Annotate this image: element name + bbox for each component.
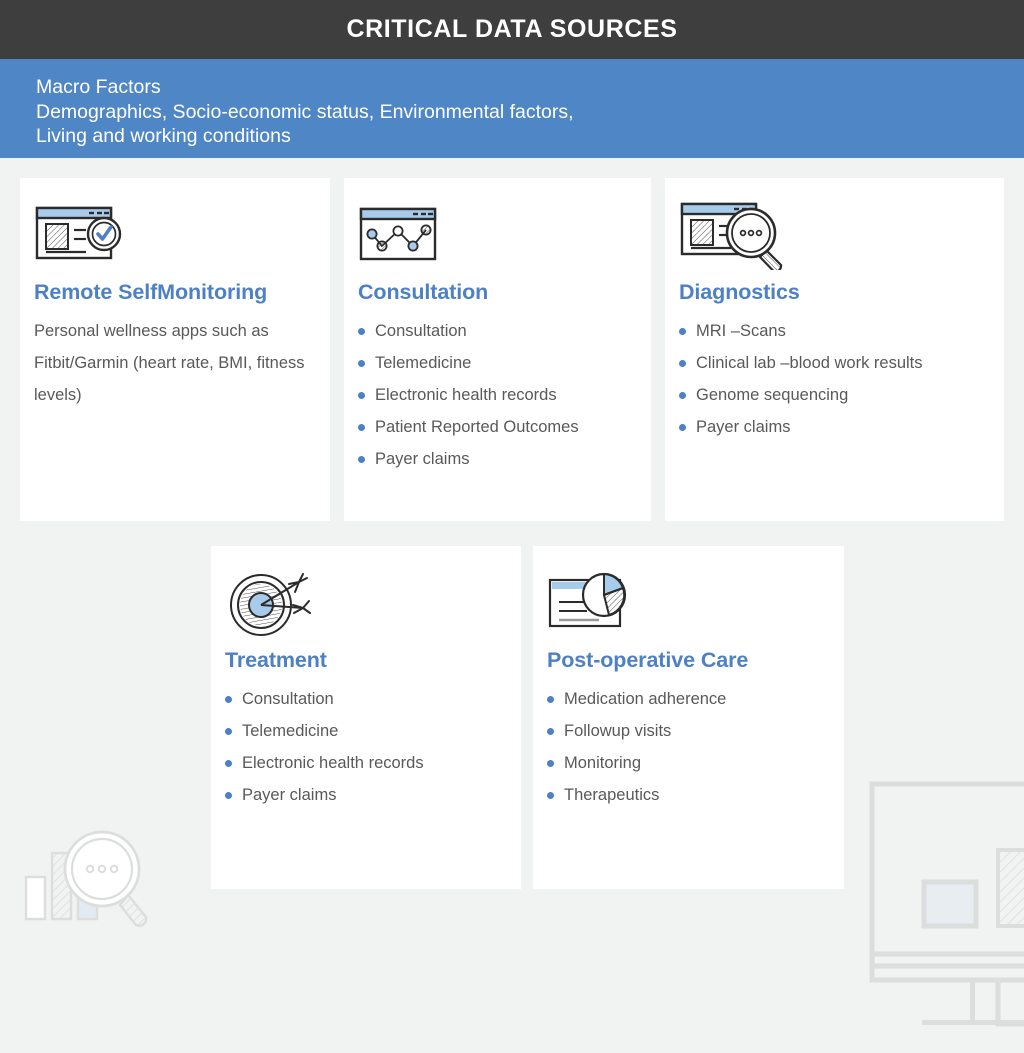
card-icon-wrapper xyxy=(34,198,316,272)
macro-factors-heading: Macro Factors xyxy=(36,76,161,98)
monitor-watermark xyxy=(866,778,1024,1053)
card-description: Personal wellness apps such as Fitbit/Ga… xyxy=(34,322,305,404)
list-item: Payer claims xyxy=(225,779,507,811)
macro-factors-line-3: Living and working conditions xyxy=(36,125,291,147)
list-item: Electronic health records xyxy=(358,379,637,411)
list-item: Followup visits xyxy=(547,715,830,747)
card-title: Treatment xyxy=(225,648,327,672)
browser-magnifier-icon xyxy=(680,202,783,270)
list-item: Genome sequencing xyxy=(679,379,990,411)
macro-factors-band: Macro Factors Demographics, Socio-econom… xyxy=(0,59,1024,158)
document-pie-chart-icon xyxy=(548,572,627,628)
list-item: Medication adherence xyxy=(547,683,830,715)
card-item-list: Consultation Telemedicine Electronic hea… xyxy=(225,683,507,811)
monitor-screen-icon xyxy=(869,781,1024,1027)
list-item: Electronic health records xyxy=(225,747,507,779)
cards-region: Remote SelfMonitoring Personal wellness … xyxy=(0,158,1024,1027)
card-title: Diagnostics xyxy=(679,280,800,304)
bar-chart-magnifier-icon xyxy=(24,830,148,927)
list-item: Patient Reported Outcomes xyxy=(358,411,637,443)
card-item-list: Medication adherence Followup visits Mon… xyxy=(547,683,830,811)
card-icon-wrapper xyxy=(547,566,830,640)
macro-factors-line-2: Demographics, Socio-economic status, Env… xyxy=(36,100,574,123)
card-post-operative-care[interactable]: Post-operative Care Medication adherence… xyxy=(533,546,844,889)
target-arrows-icon xyxy=(230,573,311,636)
list-item: Monitoring xyxy=(547,747,830,779)
browser-document-check-icon xyxy=(35,206,122,260)
list-item: Payer claims xyxy=(679,411,990,443)
browser-line-chart-icon xyxy=(359,207,437,261)
card-title: Remote SelfMonitoring xyxy=(34,280,268,304)
card-remote-self-monitoring[interactable]: Remote SelfMonitoring Personal wellness … xyxy=(20,178,330,521)
list-item: MRI –Scans xyxy=(679,315,990,347)
card-icon-wrapper xyxy=(679,198,990,272)
card-title: Post-operative Care xyxy=(547,648,749,672)
card-icon-wrapper xyxy=(225,566,507,640)
page-title: CRITICAL DATA SOURCES xyxy=(346,15,678,43)
list-item: Telemedicine xyxy=(358,347,637,379)
card-treatment[interactable]: Treatment Consultation Telemedicine Elec… xyxy=(211,546,521,889)
list-item: Payer claims xyxy=(358,443,637,475)
card-item-list: Consultation Telemedicine Electronic hea… xyxy=(358,315,637,475)
card-consultation[interactable]: Consultation Consultation Telemedicine E… xyxy=(344,178,651,521)
card-title: Consultation xyxy=(358,280,489,304)
card-item-list: MRI –Scans Clinical lab –blood work resu… xyxy=(679,315,990,443)
list-item: Consultation xyxy=(358,315,637,347)
card-diagnostics[interactable]: Diagnostics MRI –Scans Clinical lab –blo… xyxy=(665,178,1004,521)
list-item: Telemedicine xyxy=(225,715,507,747)
list-item: Consultation xyxy=(225,683,507,715)
list-item: Therapeutics xyxy=(547,779,830,811)
bar-chart-magnifier-watermark xyxy=(22,820,162,945)
list-item: Clinical lab –blood work results xyxy=(679,347,990,379)
card-icon-wrapper xyxy=(358,198,637,272)
header-bar: CRITICAL DATA SOURCES xyxy=(0,0,1024,59)
